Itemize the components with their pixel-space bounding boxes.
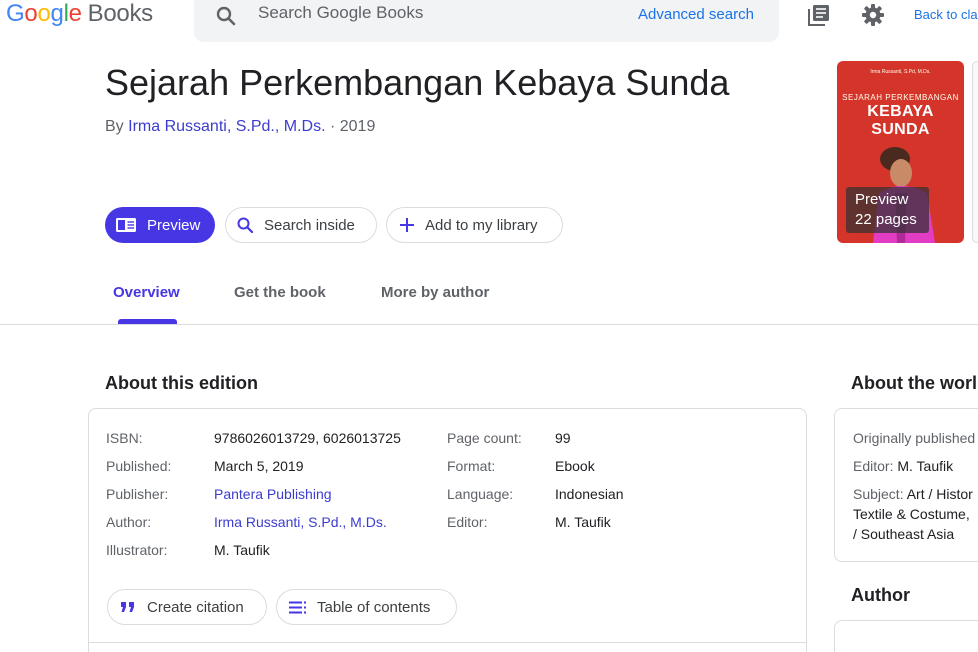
format-label: Format: <box>447 458 496 474</box>
originally-published-label: Originally published <box>853 430 976 446</box>
search-inside-button[interactable]: Search inside <box>225 207 377 243</box>
work-editor-label: Editor: <box>853 458 894 474</box>
work-subject-label: Subject: <box>853 486 904 502</box>
my-library-icon[interactable] <box>807 3 831 27</box>
create-citation-button[interactable]: Create citation <box>107 589 267 625</box>
published-label: Published: <box>106 458 172 474</box>
preview-button[interactable]: Preview <box>105 207 215 243</box>
preview-label: Preview <box>147 216 201 234</box>
tab-more-by-author[interactable]: More by author <box>381 284 489 301</box>
advanced-search-link[interactable]: Advanced search <box>638 6 754 23</box>
page-count-value: 99 <box>555 430 571 446</box>
top-bar: GoogleBooks Advanced search Back to cla <box>0 0 978 44</box>
next-cover-peek <box>972 61 978 243</box>
search-icon <box>237 217 254 234</box>
about-work-heading: About the worl <box>851 373 977 393</box>
plus-icon <box>400 218 414 232</box>
search-bar: Advanced search <box>194 0 779 42</box>
illustrator-value: M. Taufik <box>214 542 270 558</box>
byline: By Irma Russanti, S.Pd., M.Ds. · 2019 <box>105 118 375 136</box>
author-heading: Author <box>851 585 910 605</box>
work-subject-line2: Textile & Costume, <box>853 506 970 522</box>
google-books-logo[interactable]: Google Books <box>6 0 153 28</box>
about-work-card: Originally published Editor: M. Taufik S… <box>834 408 978 562</box>
book-open-icon <box>116 218 136 232</box>
about-edition-heading: About this edition <box>105 373 258 393</box>
byline-prefix: By <box>105 118 124 135</box>
cover-author-text: Irma Russanti, S.Pd, M.Ds. <box>870 69 931 75</box>
tab-overview[interactable]: Overview <box>113 284 180 301</box>
card-divider <box>89 642 806 643</box>
cover-subtitle-text: SEJARAH PERKEMBANGAN <box>842 93 959 102</box>
create-citation-label: Create citation <box>147 598 244 616</box>
format-value: Ebook <box>555 458 595 474</box>
publisher-label: Publisher: <box>106 486 169 502</box>
tab-get-the-book[interactable]: Get the book <box>234 284 326 301</box>
illustrator-label: Illustrator: <box>106 542 168 558</box>
published-value: March 5, 2019 <box>214 458 304 474</box>
add-to-library-button[interactable]: Add to my library <box>386 207 563 243</box>
about-edition-card: ISBN: 9786026013729, 6026013725 Publishe… <box>88 408 807 652</box>
work-subject-row: Subject: Art / Histor <box>853 484 973 504</box>
work-subject-line1: Art / Histor <box>906 486 973 502</box>
language-value: Indonesian <box>555 486 624 502</box>
author-card <box>834 620 978 652</box>
isbn-label: ISBN: <box>106 430 143 446</box>
editor-value: M. Taufik <box>555 514 611 530</box>
tab-bar: Overview Get the book More by author <box>0 270 978 325</box>
add-to-library-label: Add to my library <box>425 216 538 234</box>
author-detail-link[interactable]: Irma Russanti, S.Pd., M.Ds. <box>214 514 387 530</box>
publication-year: · 2019 <box>329 118 376 135</box>
work-editor-value: M. Taufik <box>897 458 954 474</box>
isbn-value: 9786026013729, 6026013725 <box>214 430 401 446</box>
active-tab-indicator <box>118 319 177 324</box>
book-cover[interactable]: Irma Russanti, S.Pd, M.Ds. SEJARAH PERKE… <box>837 61 964 243</box>
publisher-link[interactable]: Pantera Publishing <box>214 486 332 502</box>
language-label: Language: <box>447 486 514 502</box>
table-of-contents-label: Table of contents <box>317 598 431 616</box>
logo-books-text: Books <box>87 0 154 27</box>
work-editor-row: Editor: M. Taufik <box>853 456 953 476</box>
book-title: Sejarah Perkembangan Kebaya Sunda <box>105 62 730 103</box>
author-link[interactable]: Irma Russanti, S.Pd., M.Ds. <box>128 118 325 135</box>
preview-badge-title: Preview <box>855 191 909 208</box>
author-label: Author: <box>106 514 152 530</box>
search-icon[interactable] <box>214 4 238 28</box>
preview-badge: Preview 22 pages <box>846 187 929 233</box>
work-subject-line3: / Southeast Asia <box>853 526 955 542</box>
editor-label: Editor: <box>447 514 488 530</box>
search-input[interactable] <box>258 3 618 23</box>
quote-icon <box>121 602 134 612</box>
preview-page-count: 22 pages <box>855 211 917 228</box>
search-inside-label: Search inside <box>264 216 355 234</box>
table-of-contents-button[interactable]: Table of contents <box>276 589 457 625</box>
gear-icon[interactable] <box>861 3 885 27</box>
page-count-label: Page count: <box>447 430 522 446</box>
back-to-classic-link[interactable]: Back to cla <box>914 7 978 22</box>
list-icon <box>289 601 306 613</box>
